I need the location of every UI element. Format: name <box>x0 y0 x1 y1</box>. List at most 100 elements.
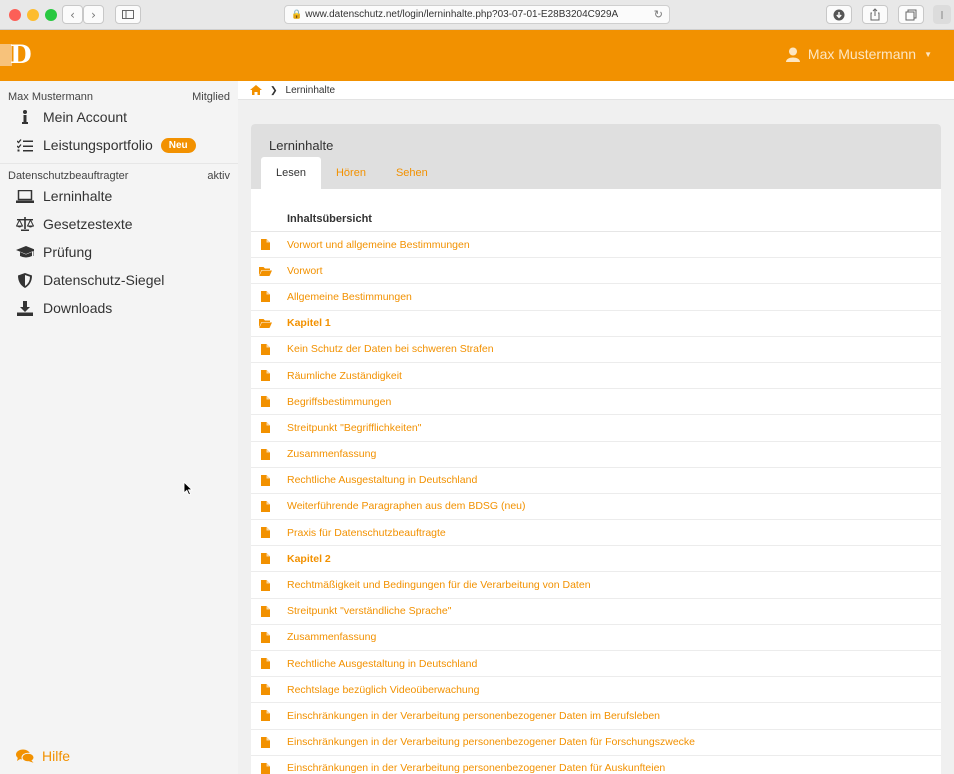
minimize-window-button[interactable] <box>27 9 39 21</box>
sidebar-item-label: Prüfung <box>43 244 93 260</box>
sidebar-item-label: Mein Account <box>43 109 128 125</box>
reload-icon[interactable]: ↻ <box>654 8 663 21</box>
toc-row[interactable]: Räumliche Zuständigkeit <box>251 363 941 390</box>
content-panel: Lerninhalte Lesen Hören Sehen Inhaltsübe… <box>251 124 941 774</box>
toc-row-label: Rechtliche Ausgestaltung in Deutschland <box>287 657 478 670</box>
sidebar-item-downloads[interactable]: Downloads <box>0 294 238 322</box>
toc-row[interactable]: Allgemeine Bestimmungen <box>251 284 941 311</box>
folder-open-icon <box>251 318 287 329</box>
toc-row-label: Rechtslage bezüglich Videoüberwachung <box>287 683 480 696</box>
member-status: Mitglied <box>192 91 230 103</box>
help-link[interactable]: Hilfe <box>16 748 70 764</box>
panel-title: Lerninhalte <box>269 138 334 153</box>
url-bar[interactable]: 🔒 www.datenschutz.net/login/lerninhalte.… <box>284 5 670 24</box>
url-text: www.datenschutz.net/login/lerninhalte.ph… <box>305 9 619 20</box>
scale-icon <box>16 217 34 231</box>
zoom-window-button[interactable] <box>45 9 57 21</box>
file-icon <box>251 396 287 408</box>
new-tab-button[interactable] <box>933 5 951 24</box>
toc-row[interactable]: Kapitel 2 <box>251 546 941 573</box>
toc-row[interactable]: Praxis für Datenschutzbeauftragte <box>251 520 941 547</box>
toc-row-label: Weiterführende Paragraphen aus dem BDSG … <box>287 500 526 513</box>
download-circle-icon <box>833 9 845 20</box>
toc-row[interactable]: Einschränkungen in der Verarbeitung pers… <box>251 756 941 774</box>
file-icon <box>251 579 287 591</box>
mouse-cursor-icon <box>183 481 193 496</box>
tab-lesen[interactable]: Lesen <box>261 157 321 189</box>
home-icon[interactable] <box>250 85 262 95</box>
breadcrumb-current: Lerninhalte <box>285 84 336 96</box>
toc-row[interactable]: Zusammenfassung <box>251 625 941 651</box>
file-icon <box>251 658 287 670</box>
toc-row-label: Einschränkungen in der Verarbeitung pers… <box>287 736 696 749</box>
toc-row[interactable]: Vorwort und allgemeine Bestimmungen <box>251 232 941 259</box>
file-icon <box>251 343 287 355</box>
toc-row-label: Streitpunkt "verständliche Sprache" <box>287 605 452 618</box>
toc-row-label: Praxis für Datenschutzbeauftragte <box>287 526 446 539</box>
share-icon <box>870 8 880 21</box>
caret-down-icon: ▼ <box>924 49 932 59</box>
toc-row[interactable]: Rechtliche Ausgestaltung in Deutschland <box>251 468 941 494</box>
sidebar-item-pruefung[interactable]: Prüfung <box>0 238 238 266</box>
toc-row-label: Begriffsbestimmungen <box>287 395 392 408</box>
back-button[interactable]: ‹ <box>62 5 83 24</box>
tabs-icon <box>905 9 917 20</box>
tab-hoeren[interactable]: Hören <box>321 157 381 189</box>
graduation-cap-icon <box>16 245 34 259</box>
sidebar-toggle-button[interactable] <box>115 5 141 24</box>
shield-icon <box>16 272 34 288</box>
file-icon <box>251 291 287 303</box>
role-name: Datenschutzbeauftragter <box>8 170 129 182</box>
toc-row[interactable]: Einschränkungen in der Verarbeitung pers… <box>251 703 941 730</box>
toc-row[interactable]: Einschränkungen in der Verarbeitung pers… <box>251 730 941 756</box>
close-window-button[interactable] <box>9 9 21 21</box>
user-menu[interactable]: Max Mustermann ▼ <box>785 46 932 62</box>
file-icon <box>251 422 287 434</box>
share-button[interactable] <box>862 5 888 24</box>
help-label: Hilfe <box>42 748 71 764</box>
sidebar-item-leistungsportfolio[interactable]: Leistungsportfolio Neu <box>0 131 238 159</box>
sidebar-item-label: Datenschutz-Siegel <box>43 272 165 288</box>
file-icon <box>251 762 287 774</box>
breadcrumb: ❯ Lerninhalte <box>238 81 954 100</box>
toc-row-label: Einschränkungen in der Verarbeitung pers… <box>287 762 666 774</box>
toc-row-label: Vorwort und allgemeine Bestimmungen <box>287 238 470 251</box>
toc-header: Inhaltsübersicht <box>251 189 941 232</box>
toc-row-label: Kein Schutz der Daten bei schweren Straf… <box>287 343 494 356</box>
sidebar-item-gesetzestexte[interactable]: Gesetzestexte <box>0 210 238 238</box>
toc-row[interactable]: Kein Schutz der Daten bei schweren Straf… <box>251 337 941 363</box>
toc-row[interactable]: Rechtmäßigkeit und Bedingungen für die V… <box>251 572 941 599</box>
downloads-button[interactable] <box>826 5 852 24</box>
tab-sehen[interactable]: Sehen <box>381 157 443 189</box>
toc-row[interactable]: Weiterführende Paragraphen aus dem BDSG … <box>251 494 941 521</box>
toc-list: Vorwort und allgemeine Bestimmungen Vorwo… <box>251 232 941 774</box>
toc-row[interactable]: Rechtliche Ausgestaltung in Deutschland <box>251 651 941 678</box>
logo[interactable]: D <box>0 42 32 68</box>
forward-button[interactable]: › <box>83 5 104 24</box>
user-name: Max Mustermann <box>807 46 917 62</box>
sidebar-item-lerninhalte[interactable]: Lerninhalte <box>0 182 238 210</box>
toc-row-label: Räumliche Zuständigkeit <box>287 369 402 382</box>
toc-row[interactable]: Zusammenfassung <box>251 442 941 468</box>
chevron-right-icon: ❯ <box>270 84 278 95</box>
file-icon <box>251 605 287 617</box>
toc-row[interactable]: Streitpunkt "verständliche Sprache" <box>251 599 941 625</box>
member-name: Max Mustermann <box>8 91 93 103</box>
tabs-overview-button[interactable] <box>898 5 924 24</box>
sidebar-item-datenschutz-siegel[interactable]: Datenschutz-Siegel <box>0 266 238 294</box>
file-icon <box>251 370 287 382</box>
logo-letter: D <box>10 40 32 69</box>
browser-toolbar: ‹ › 🔒 www.datenschutz.net/login/lerninha… <box>0 0 954 30</box>
app-header: D Max Mustermann ▼ <box>0 30 954 81</box>
toc-row[interactable]: Rechtslage bezüglich Videoüberwachung <box>251 677 941 704</box>
toc-row[interactable]: Begriffsbestimmungen <box>251 389 941 416</box>
panel-header: Lerninhalte Lesen Hören Sehen <box>251 124 941 189</box>
toc-row[interactable]: Streitpunkt "Begrifflichkeiten" <box>251 415 941 442</box>
sidebar-item-label: Downloads <box>43 300 113 316</box>
file-icon <box>251 474 287 486</box>
toc-row[interactable]: Kapitel 1 <box>251 311 941 337</box>
sidebar-section-role: Datenschutzbeauftragter aktiv <box>0 164 238 182</box>
toc-row[interactable]: Vorwort <box>251 258 941 285</box>
sidebar-item-mein-account[interactable]: Mein Account <box>0 103 238 131</box>
toc-row-label: Kapitel 1 <box>287 317 331 330</box>
